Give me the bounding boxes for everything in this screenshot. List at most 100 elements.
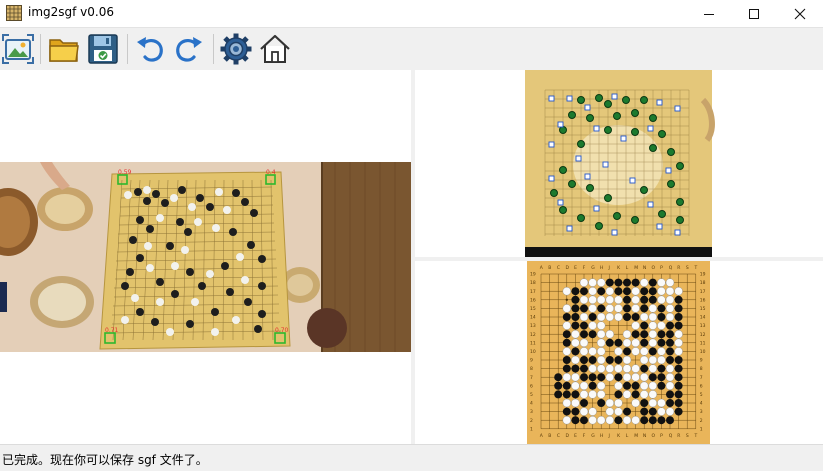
row-coordinate-label: 18 xyxy=(700,280,706,286)
row-coordinate-label: 8 xyxy=(700,366,703,372)
star-point xyxy=(565,298,568,301)
white-stone xyxy=(665,295,675,304)
white-stone xyxy=(631,304,640,313)
black-stone xyxy=(648,278,657,287)
white-stone xyxy=(596,329,606,339)
redo-button[interactable] xyxy=(172,32,206,66)
white-stone xyxy=(579,295,589,304)
row-coordinate-label: 19 xyxy=(530,272,536,278)
black-stone xyxy=(657,381,666,390)
black-stone xyxy=(571,321,580,330)
white-stone xyxy=(657,278,666,287)
white-stone xyxy=(605,372,615,382)
black-stone xyxy=(666,321,674,330)
black-stone xyxy=(588,356,597,364)
white-stone xyxy=(614,295,623,304)
black-stone xyxy=(562,381,571,390)
open-image-button[interactable] xyxy=(1,32,35,66)
corner-label-top-left: 0.59 xyxy=(118,169,132,176)
maximize-icon xyxy=(749,8,759,19)
white-stone xyxy=(571,329,580,339)
white-stone xyxy=(631,287,640,296)
column-coordinate-label: F xyxy=(583,265,586,271)
minimize-button[interactable] xyxy=(686,0,732,27)
sgf-board-pane: A A B B C C D D E E F F G G H H J J K K L L M M N N O O P P Q Q R R S S T T 19… xyxy=(415,261,823,444)
undo-button[interactable] xyxy=(133,32,167,66)
open-folder-button[interactable] xyxy=(47,32,81,66)
white-stone xyxy=(562,287,572,296)
black-stone xyxy=(666,330,674,339)
white-stone xyxy=(665,278,675,287)
close-button[interactable] xyxy=(777,0,823,27)
black-stone xyxy=(640,364,649,373)
white-stone xyxy=(605,329,615,339)
row-coordinate-label: 9 xyxy=(700,358,703,364)
white-stone xyxy=(648,321,658,330)
status-bar: 已完成。现在你可以保存 sgf 文件了。 xyxy=(0,444,823,471)
black-stone xyxy=(580,304,588,313)
white-stone xyxy=(648,312,658,322)
row-coordinate-label: 10 xyxy=(700,349,706,355)
maximize-button[interactable] xyxy=(731,0,777,27)
black-stone xyxy=(562,364,571,373)
black-stone xyxy=(623,347,631,356)
white-stone xyxy=(588,407,597,416)
row-coordinate-label: 6 xyxy=(700,383,703,389)
row-coordinate-label: 1 xyxy=(700,426,703,432)
black-stone xyxy=(571,416,580,425)
black-stone xyxy=(580,399,588,407)
black-stone xyxy=(674,407,683,416)
save-sgf-button[interactable] xyxy=(86,32,120,66)
black-stone xyxy=(657,416,666,425)
white-stone xyxy=(665,287,675,296)
redo-icon xyxy=(176,37,202,62)
column-coordinate-label: M xyxy=(634,433,638,439)
corner-label-bottom-left: 0.71 xyxy=(105,327,119,334)
toolbar xyxy=(0,27,823,70)
home-icon xyxy=(260,34,290,63)
white-stone xyxy=(588,390,597,399)
home-button[interactable] xyxy=(258,32,292,66)
column-coordinate-label: J xyxy=(608,433,610,439)
row-coordinate-label: 9 xyxy=(530,358,533,364)
column-coordinate-label: P xyxy=(660,433,663,439)
black-stone xyxy=(554,373,563,382)
row-coordinate-label: 5 xyxy=(530,392,533,398)
white-stone xyxy=(622,338,632,348)
white-stone xyxy=(579,381,589,391)
row-coordinate-label: 3 xyxy=(700,409,703,415)
white-stone xyxy=(579,407,589,416)
white-stone xyxy=(631,364,640,373)
black-stone xyxy=(640,399,649,407)
column-coordinate-label: Q xyxy=(669,433,673,439)
black-stone xyxy=(674,321,683,330)
black-stone xyxy=(623,278,631,287)
white-stone xyxy=(596,347,606,356)
white-stone xyxy=(639,312,649,322)
white-stone xyxy=(657,321,666,330)
save-disk-icon xyxy=(88,34,118,64)
white-stone xyxy=(605,415,615,425)
black-stone xyxy=(623,287,631,296)
white-stone xyxy=(639,278,649,287)
black-stone xyxy=(571,390,580,399)
black-stone xyxy=(623,295,631,304)
white-stone xyxy=(579,347,589,356)
toolbar-separator xyxy=(213,34,214,64)
black-stone xyxy=(648,416,657,425)
white-stone xyxy=(631,347,640,356)
row-coordinate-label: 14 xyxy=(530,315,536,321)
black-stone xyxy=(580,364,588,373)
sgf-board: AABBCCDDEEFFGGHHJJKKLLMMNNOOPPQQRRSSTT19… xyxy=(527,261,710,444)
column-coordinate-label: T xyxy=(694,433,698,439)
black-stone xyxy=(631,390,640,399)
settings-button[interactable] xyxy=(219,32,253,66)
black-stone xyxy=(571,313,580,321)
row-coordinate-label: 4 xyxy=(700,401,703,407)
black-stone xyxy=(554,381,563,390)
row-coordinate-label: 16 xyxy=(700,297,706,303)
white-stone xyxy=(614,407,623,416)
white-stone xyxy=(674,287,683,296)
black-stone xyxy=(571,407,580,416)
black-stone xyxy=(648,287,657,296)
